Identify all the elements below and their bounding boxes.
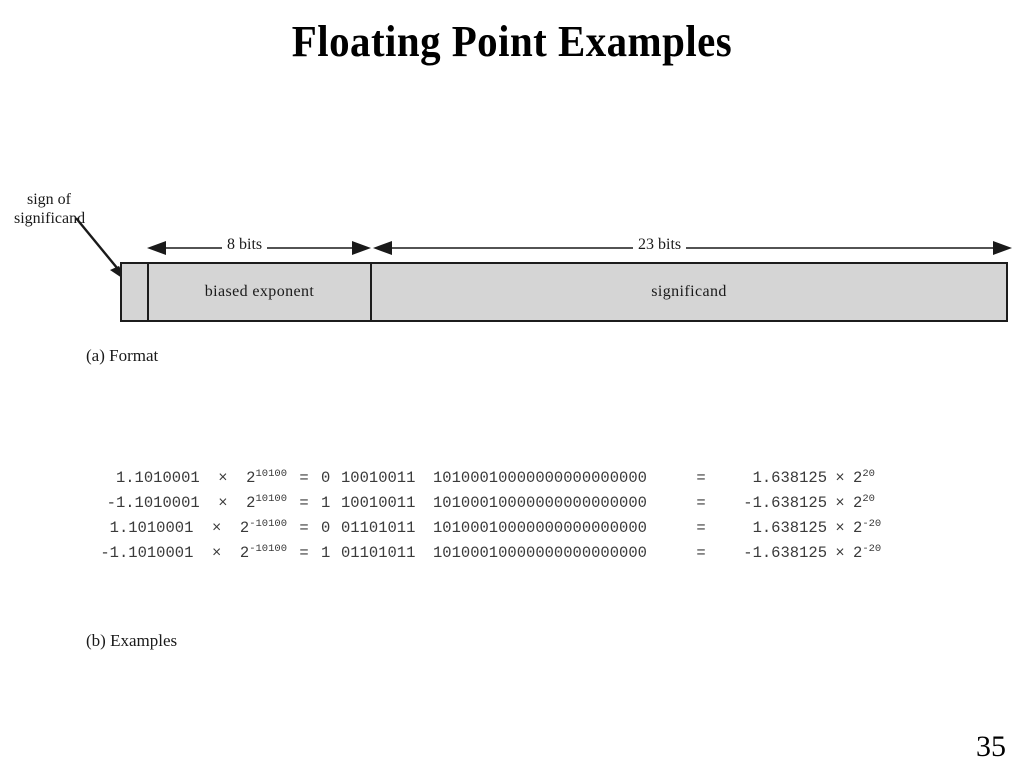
dimension-arrow-row: 8 bits 23 bits — [0, 236, 1024, 260]
example-row: -1.1010001 × 210100 = 1 10010011 10100010000… — [55, 491, 1015, 516]
example-row: 1.1010001 × 2-10100 = 0 01101011 10100010000… — [55, 516, 1015, 541]
example-exponent-bits: 01101011 — [341, 519, 416, 537]
figure-caption-b: (b) Examples — [86, 631, 178, 650]
example-equals-2: = — [696, 519, 706, 537]
dimension-label-significand-bits: 23 bits — [633, 236, 687, 254]
field-significand: significand — [651, 283, 727, 300]
example-sign-bit: 0 — [321, 469, 331, 487]
figure-caption-a: (a) Format — [86, 346, 159, 365]
example-exponent-bits: 01101011 — [341, 544, 416, 562]
example-decimal-value: 1.638125 — [752, 469, 827, 487]
dimension-label-exponent-bits: 8 bits — [222, 236, 268, 254]
example-decimal-power: 2-20 — [853, 517, 882, 537]
example-decimal-power: 2-20 — [853, 542, 882, 562]
example-exponent-bits: 10010011 — [341, 494, 416, 512]
example-decimal-value: -1.638125 — [743, 494, 827, 512]
example-binary-value-exponent: 10100 — [255, 467, 287, 480]
example-equals: = — [299, 494, 309, 512]
example-equals: = — [299, 544, 309, 562]
example-binary-value: 1.1010001 × 210100 — [115, 467, 287, 487]
example-sign-bit: 1 — [321, 544, 331, 562]
example-exponent-bits: 10010011 — [341, 469, 416, 487]
example-decimal-power-exponent: -20 — [862, 517, 882, 530]
page-number: 35 — [976, 730, 1006, 763]
example-binary-value-exponent: -10100 — [249, 517, 287, 530]
example-significand-bits: 10100010000000000000000 — [433, 494, 647, 512]
example-decimal-power: 220 — [853, 492, 875, 512]
example-times-symbol: × — [835, 544, 845, 562]
dimension-arrows-icon — [147, 241, 1012, 255]
example-times-symbol: × — [835, 494, 845, 512]
example-binary-value: 1.1010001 × 2-10100 — [109, 517, 287, 537]
field-sign-bit — [122, 264, 149, 320]
example-equals: = — [299, 519, 309, 537]
example-decimal-power: 220 — [853, 467, 875, 487]
field-biased-exponent: biased exponent — [149, 264, 372, 320]
example-equals-2: = — [696, 544, 706, 562]
example-decimal-power-exponent: 20 — [862, 467, 875, 480]
example-binary-value-exponent: 10100 — [255, 492, 287, 505]
example-significand-bits: 10100010000000000000000 — [433, 544, 647, 562]
example-decimal-power-exponent: -20 — [862, 542, 882, 555]
example-binary-value-exponent: -10100 — [249, 542, 287, 555]
example-row: 1.1010001 × 210100 = 0 10010011 101000100000… — [55, 466, 1015, 491]
example-times-symbol: × — [835, 519, 845, 537]
example-sign-bit: 0 — [321, 519, 331, 537]
example-sign-bit: 1 — [321, 494, 331, 512]
sign-callout-line1: sign of — [27, 191, 71, 208]
examples-figure: 1.1010001 × 210100 = 0 10010011 101000100000… — [55, 466, 1015, 566]
example-equals: = — [299, 469, 309, 487]
example-times-symbol: × — [835, 469, 845, 487]
example-significand-bits: 10100010000000000000000 — [433, 469, 647, 487]
example-binary-value: -1.1010001 × 2-10100 — [100, 542, 287, 562]
example-decimal-value: -1.638125 — [743, 544, 827, 562]
float-format-bitfield: biased exponent significand — [120, 262, 1008, 322]
format-figure: sign of significand 8 bits 23 bits biase… — [0, 0, 1024, 400]
example-equals-2: = — [696, 469, 706, 487]
example-significand-bits: 10100010000000000000000 — [433, 519, 647, 537]
example-row: -1.1010001 × 2-10100 = 1 01101011 1010001000… — [55, 541, 1015, 566]
example-equals-2: = — [696, 494, 706, 512]
example-decimal-value: 1.638125 — [752, 519, 827, 537]
example-decimal-power-exponent: 20 — [862, 492, 875, 505]
example-binary-value: -1.1010001 × 210100 — [106, 492, 287, 512]
